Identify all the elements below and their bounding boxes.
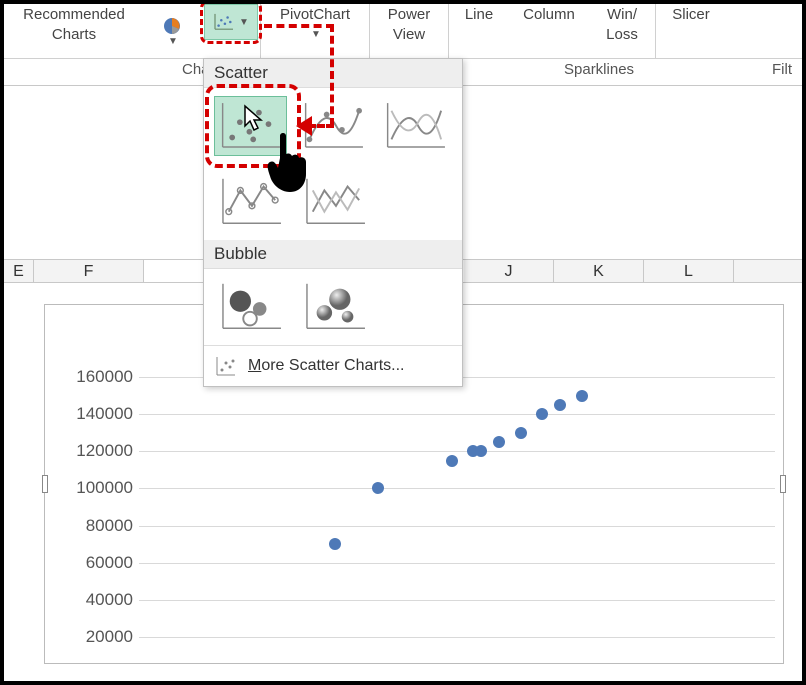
annotation-arrow-seg2 (330, 24, 334, 126)
slicer-button[interactable]: Slicer (656, 4, 726, 58)
pie-chart-icon (162, 16, 182, 36)
recommended-label-1: Recommended (23, 4, 125, 24)
chart-resize-handle-right[interactable] (780, 475, 786, 493)
data-point[interactable] (554, 399, 566, 411)
y-axis-tick-label: 160000 (76, 367, 133, 387)
pie-chart-button[interactable]: ▼ (144, 4, 200, 58)
y-axis-tick-label: 60000 (86, 553, 133, 573)
winloss-label-2: Loss (606, 24, 638, 44)
filters-group-label: Filt (772, 61, 792, 78)
app-frame: Recommended Charts ▼ PivotChart ▼ Power … (0, 0, 806, 685)
y-axis-tick-label: 40000 (86, 590, 133, 610)
scatter-smooth-lines-icon (380, 97, 451, 155)
more-scatter-charts-item[interactable]: More Scatter Charts... (204, 345, 462, 386)
annotation-arrow-seg1 (264, 24, 334, 28)
scatter-options-row-2 (204, 164, 462, 240)
gridline (139, 600, 775, 601)
y-axis-tick-label: 140000 (76, 404, 133, 424)
bubble-options-row (204, 269, 462, 345)
data-point[interactable] (475, 445, 487, 457)
col-K[interactable]: K (554, 260, 644, 282)
bubble-3d-icon (299, 278, 371, 336)
data-point[interactable] (515, 427, 527, 439)
bubble-2d-option[interactable] (214, 277, 288, 337)
bubble-3d-option[interactable] (298, 277, 372, 337)
sparkline-column-label: Column (523, 4, 575, 24)
chart-plot-area: 2000040000600008000010000012000014000016… (139, 377, 775, 637)
slicer-label: Slicer (672, 4, 710, 24)
scatter-mini-icon (214, 354, 238, 378)
pointing-hand-icon (260, 128, 320, 198)
col-J[interactable]: J (464, 260, 554, 282)
chart-resize-handle-left[interactable] (42, 475, 48, 493)
gridline (139, 414, 775, 415)
pivotchart-label: PivotChart (280, 4, 350, 24)
scatter-icon (213, 13, 235, 31)
scatter-chart-dropdown-button[interactable]: ▼ (204, 4, 258, 40)
more-scatter-label: More Scatter Charts... (248, 357, 405, 375)
y-axis-tick-label: 100000 (76, 478, 133, 498)
sparkline-column-button[interactable]: Column (509, 4, 589, 58)
gridline (139, 563, 775, 564)
sparkline-line-label: Line (465, 4, 493, 24)
chevron-down-icon: ▼ (311, 29, 321, 40)
scatter-smooth-lines-option[interactable] (379, 96, 452, 156)
power-view-button[interactable]: Power View (370, 4, 448, 58)
col-L[interactable]: L (644, 260, 734, 282)
gridline (139, 637, 775, 638)
gridline (139, 488, 775, 489)
sparkline-winloss-button[interactable]: Win/ Loss (589, 4, 655, 58)
y-axis-tick-label: 120000 (76, 441, 133, 461)
data-point[interactable] (329, 538, 341, 550)
chevron-down-icon: ▼ (239, 17, 249, 28)
chevron-down-icon: ▼ (168, 36, 178, 47)
data-point[interactable] (576, 390, 588, 402)
col-E[interactable]: E (4, 260, 34, 282)
bubble-2d-icon (215, 278, 287, 336)
ribbon: Recommended Charts ▼ PivotChart ▼ Power … (4, 4, 802, 59)
power-label-2: View (393, 24, 425, 44)
recommended-charts-button[interactable]: Recommended Charts (4, 4, 144, 58)
winloss-label-1: Win/ (607, 4, 637, 24)
pivotchart-button[interactable]: PivotChart ▼ (261, 4, 369, 58)
data-point[interactable] (372, 482, 384, 494)
power-label-1: Power (388, 4, 431, 24)
gridline (139, 526, 775, 527)
data-point[interactable] (493, 436, 505, 448)
y-axis-tick-label: 80000 (86, 516, 133, 536)
data-point[interactable] (446, 455, 458, 467)
gridline (139, 451, 775, 452)
recommended-label-2: Charts (52, 24, 96, 44)
bubble-section-label: Bubble (204, 240, 462, 269)
col-F[interactable]: F (34, 260, 144, 282)
y-axis-tick-label: 20000 (86, 627, 133, 647)
sparkline-line-button[interactable]: Line (449, 4, 509, 58)
data-point[interactable] (536, 408, 548, 420)
sparklines-group-label: Sparklines (564, 61, 634, 78)
